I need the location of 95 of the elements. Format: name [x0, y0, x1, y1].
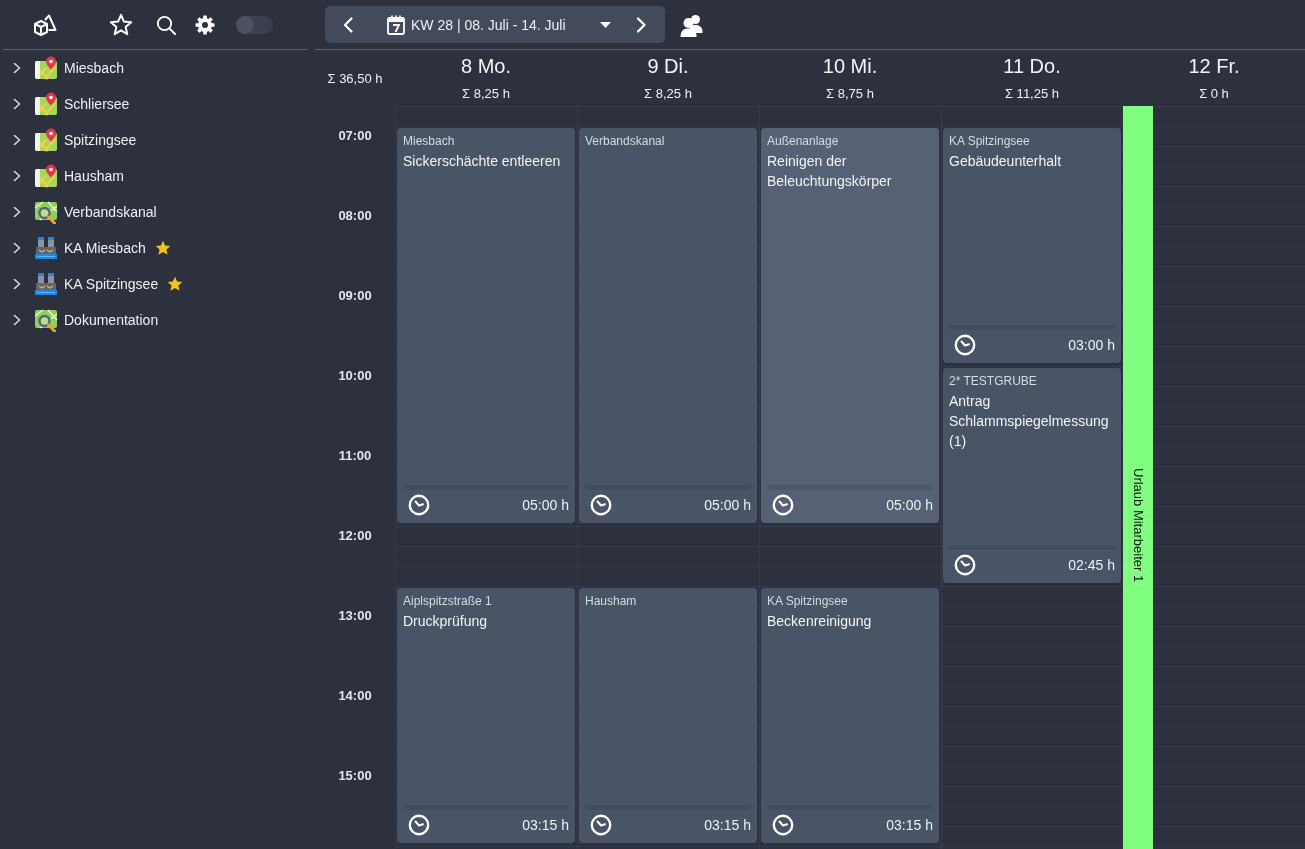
- clock-icon: [954, 554, 976, 576]
- event-duration: 03:15 h: [886, 816, 933, 834]
- map-pin-icon: [34, 128, 58, 152]
- event-duration: 05:00 h: [886, 496, 933, 514]
- event-card[interactable]: KA Spitzingsee Gebäudeunterhalt 03:00 h: [943, 128, 1121, 363]
- chevron-right-icon: [635, 16, 647, 33]
- week-picker-button[interactable]: KW 28 | 08. Juli - 14. Juli: [371, 6, 617, 43]
- event-location: KA Spitzingsee: [949, 134, 1030, 148]
- day-heading: 10 Mi.: [822, 54, 878, 78]
- time-label: 15:00: [338, 767, 372, 785]
- chevron-right-icon[interactable]: [13, 206, 21, 218]
- event-location: Aiplspitzstraße 1: [403, 594, 492, 608]
- map-magnifier-icon: [34, 200, 58, 224]
- event-duration: 02:45 h: [1068, 556, 1115, 574]
- chevron-right-icon[interactable]: [13, 98, 21, 110]
- clock-icon: [590, 814, 612, 836]
- event-title: Beckenreinigung: [767, 612, 872, 631]
- event-title: Reinigen der Beleuchtungskörper: [767, 152, 893, 191]
- chevron-right-icon[interactable]: [13, 278, 21, 290]
- sidebar-item[interactable]: Miesbach: [0, 50, 315, 86]
- map-pin-icon: [34, 164, 58, 188]
- event-location: Verbandskanal: [585, 134, 665, 148]
- map-pin-icon: [34, 56, 58, 80]
- time-label: 07:00: [338, 127, 372, 145]
- event-duration: 05:00 h: [704, 496, 751, 514]
- event-title: Sickerschächte entleeren: [403, 152, 561, 171]
- day-heading: 11 Do.: [1003, 54, 1061, 78]
- time-label: 10:00: [338, 367, 372, 385]
- day-total: Σ 0 h: [1199, 86, 1229, 102]
- event-card[interactable]: 2* TESTGRUBE Antrag Schlammspiegelmessung (1) 02:45 h: [943, 368, 1121, 583]
- absence-bar[interactable]: Urlaub Mitarbeiter 1: [1123, 106, 1153, 849]
- clock-icon: [772, 814, 794, 836]
- sidebar-item[interactable]: Schliersee: [0, 86, 315, 122]
- time-label: 14:00: [338, 687, 372, 705]
- settings-icon[interactable]: [195, 14, 215, 35]
- toggle-switch[interactable]: [236, 15, 273, 34]
- event-duration: 03:00 h: [1068, 336, 1115, 354]
- event-card[interactable]: KA Spitzingsee Beckenreinigung 03:15 h: [761, 588, 939, 843]
- day-heading: 9 Di.: [647, 54, 689, 78]
- factory-icon: [34, 236, 58, 260]
- event-card[interactable]: Miesbach Sickerschächte entleeren 05:00 h: [397, 128, 575, 523]
- sidebar-item[interactable]: KA Miesbach: [0, 230, 315, 266]
- map-pin-icon: [34, 92, 58, 116]
- chevron-left-icon: [342, 16, 354, 33]
- clock-icon: [954, 334, 976, 356]
- chevron-right-icon[interactable]: [13, 134, 21, 146]
- event-title: Antrag Schlammspiegelmessung (1): [949, 392, 1110, 451]
- event-card[interactable]: Verbandskanal 05:00 h: [579, 128, 757, 523]
- time-label: 11:00: [338, 447, 372, 465]
- event-title: Druckprüfung: [403, 612, 488, 631]
- event-duration: 03:15 h: [704, 816, 751, 834]
- clock-icon: [772, 494, 794, 516]
- event-card[interactable]: Aiplspitzstraße 1 Druckprüfung 03:15 h: [397, 588, 575, 843]
- event-location: 2* TESTGRUBE: [949, 374, 1037, 388]
- event-location: KA Spitzingsee: [767, 594, 848, 608]
- clock-icon: [590, 494, 612, 516]
- time-label: 13:00: [338, 607, 372, 625]
- event-title: Gebäudeunterhalt: [949, 152, 1062, 171]
- event-card[interactable]: Hausham 03:15 h: [579, 588, 757, 843]
- chevron-right-icon[interactable]: [13, 314, 21, 326]
- day-total: Σ 11,25 h: [1004, 86, 1060, 102]
- chevron-right-icon[interactable]: [13, 170, 21, 182]
- clock-icon: [408, 814, 430, 836]
- event-duration: 05:00 h: [522, 496, 569, 514]
- day-heading: 12 Fr.: [1188, 54, 1240, 78]
- map-magnifier-icon: [34, 308, 58, 332]
- sidebar-item[interactable]: Verbandskanal: [0, 194, 315, 230]
- users-icon[interactable]: [680, 12, 704, 37]
- absence-label: Urlaub Mitarbeiter 1: [1130, 468, 1146, 583]
- chevron-right-icon[interactable]: [13, 242, 21, 254]
- sidebar-item[interactable]: Dokumentation: [0, 302, 315, 338]
- time-label: 08:00: [338, 207, 372, 225]
- time-label: 12:00: [338, 527, 372, 545]
- time-label: 09:00: [338, 287, 372, 305]
- factory-icon: [34, 272, 58, 296]
- shapes-icon[interactable]: [33, 13, 57, 36]
- event-card[interactable]: Außenanlage Reinigen der Beleuchtungskörper 05:00 h: [761, 128, 939, 523]
- caret-down-icon: [600, 21, 611, 28]
- day-total: Σ 8,25 h: [644, 86, 692, 102]
- sidebar-item[interactable]: Hausham: [0, 158, 315, 194]
- week-total: Σ 36,50 h: [327, 71, 383, 87]
- day-total: Σ 8,25 h: [462, 86, 510, 102]
- sidebar-item[interactable]: KA Spitzingsee: [0, 266, 315, 302]
- clock-icon: [408, 494, 430, 516]
- star-icon[interactable]: [109, 12, 133, 37]
- event-duration: 03:15 h: [522, 816, 569, 834]
- sidebar-item[interactable]: Spitzingsee: [0, 122, 315, 158]
- day-heading: 8 Mo.: [461, 54, 511, 78]
- day-total: Σ 8,75 h: [826, 86, 874, 102]
- calendar-icon: [387, 14, 405, 35]
- chevron-right-icon[interactable]: [13, 62, 21, 74]
- event-location: Außenanlage: [767, 134, 839, 148]
- event-location: Miesbach: [403, 134, 455, 148]
- event-location: Hausham: [585, 594, 637, 608]
- search-icon[interactable]: [156, 14, 176, 35]
